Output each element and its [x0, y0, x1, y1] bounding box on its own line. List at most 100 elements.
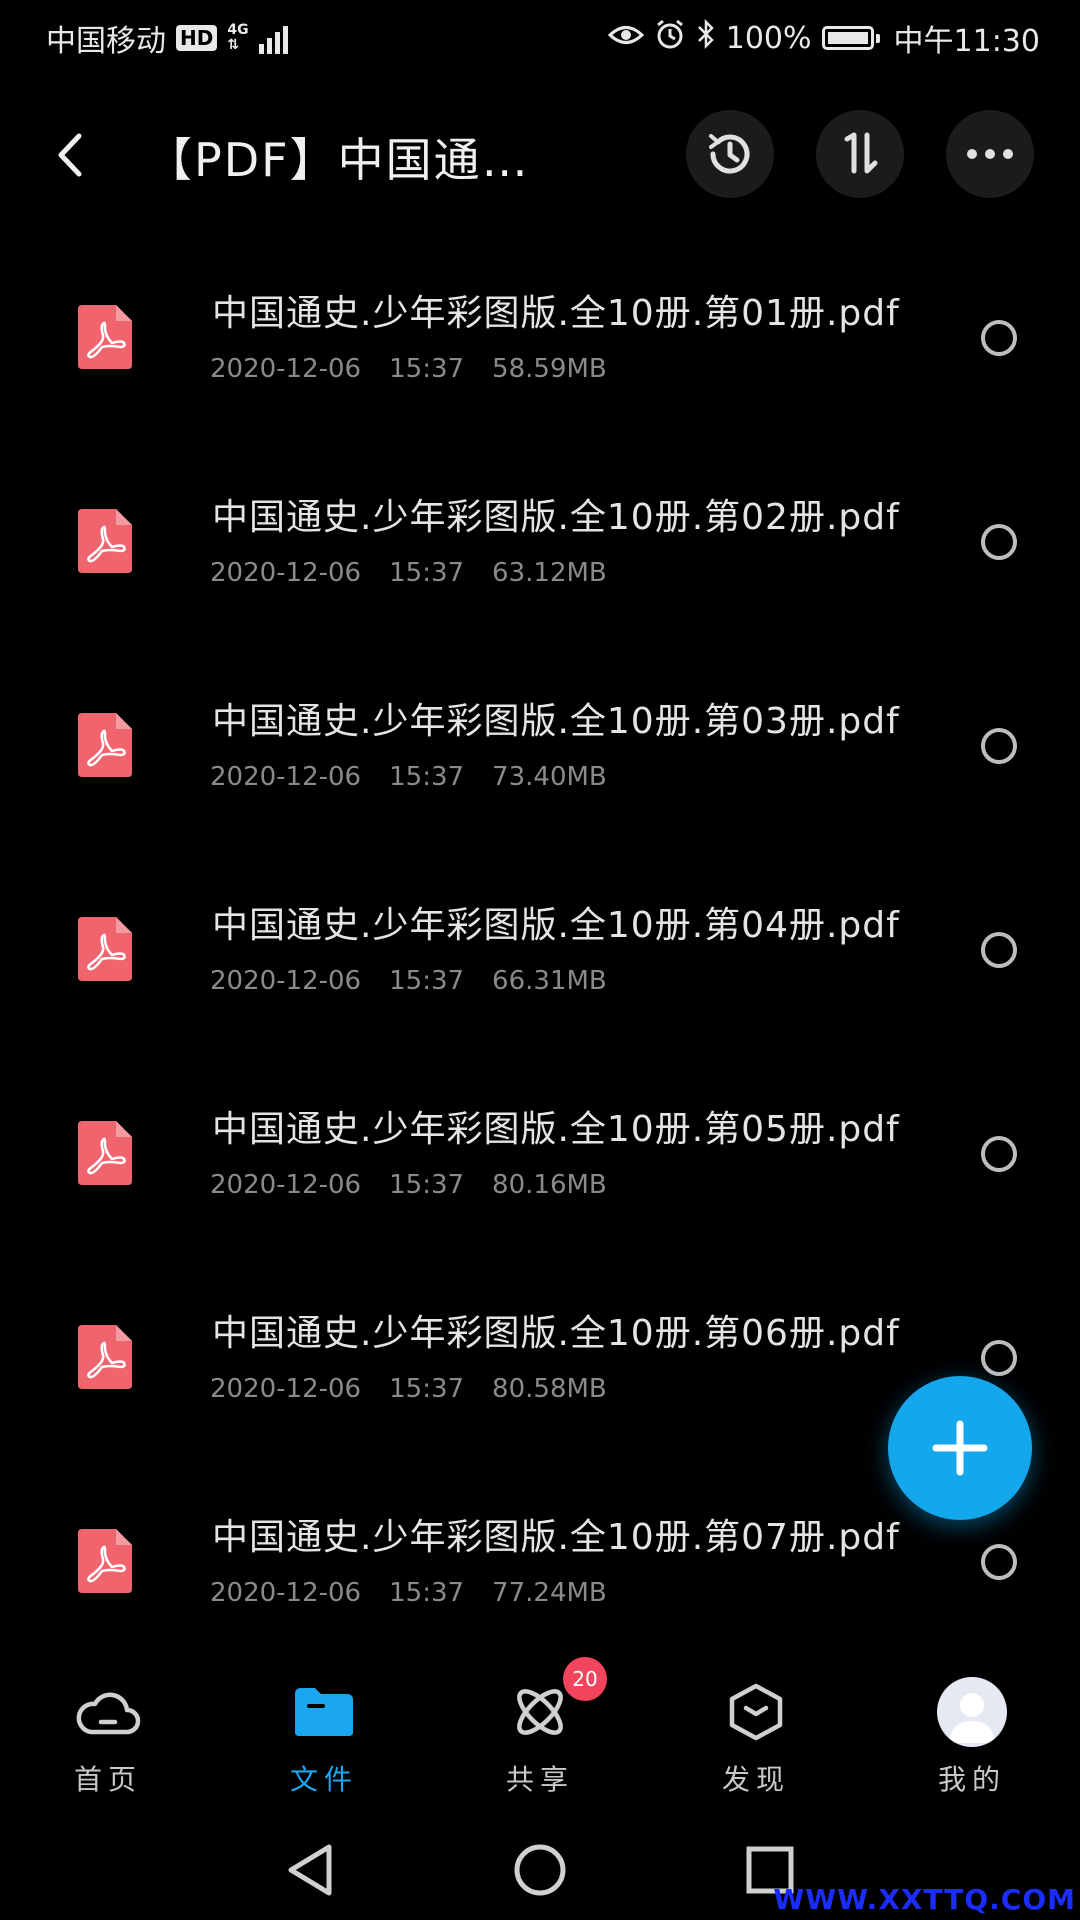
pdf-file-icon: [78, 1325, 132, 1389]
file-row[interactable]: 中国通史.少年彩图版.全10册.第05册.pdf 2020-12-06 15:37…: [0, 1066, 1080, 1270]
file-size: 73.40MB: [492, 762, 607, 792]
nav-files[interactable]: 文件: [216, 1640, 432, 1810]
data-arrows-icon: ⇅: [227, 37, 240, 53]
history-icon: [709, 134, 750, 174]
bluetooth-icon: [696, 18, 716, 58]
circle-home-icon: [514, 1844, 566, 1896]
file-time: 15:37: [389, 1578, 465, 1608]
top-app-bar: 【PDF】中国通史…: [0, 100, 1080, 210]
system-back-button[interactable]: [278, 1838, 342, 1902]
file-time: 15:37: [389, 762, 465, 792]
eye-comfort-icon: [607, 21, 644, 56]
share-notification-badge: 20: [563, 1657, 607, 1701]
file-meta: 2020-12-06 15:37 80.58MB: [210, 1374, 635, 1404]
network-indicator: 4G ⇅: [227, 23, 248, 53]
sort-button[interactable]: [816, 110, 904, 198]
watermark: WWW.XXTTQ.COM: [773, 1883, 1076, 1916]
file-date: 2020-12-06: [210, 1170, 362, 1200]
file-size: 66.31MB: [492, 966, 607, 996]
back-arrow-icon: [58, 133, 82, 177]
history-button[interactable]: [686, 110, 774, 198]
file-date: 2020-12-06: [210, 762, 362, 792]
clock: 中午11:30: [893, 24, 1040, 59]
select-radio[interactable]: [981, 932, 1017, 968]
hd-badge: HD: [176, 25, 218, 51]
pdf-file-icon: [78, 713, 132, 777]
file-size: 80.58MB: [492, 1374, 607, 1404]
alarm-icon: [654, 18, 686, 58]
select-radio[interactable]: [981, 1340, 1017, 1376]
status-bar: 中国移动 HD 4G ⇅ 100% 中午11:30: [0, 0, 1080, 72]
status-right: 100% 中午11:30: [607, 16, 1040, 60]
file-meta: 2020-12-06 15:37 77.24MB: [210, 1578, 635, 1608]
sort-icon: [844, 132, 878, 174]
cloud-icon: [76, 1692, 141, 1735]
file-row[interactable]: 中国通史.少年彩图版.全10册.第03册.pdf 2020-12-06 15:37…: [0, 658, 1080, 862]
pdf-file-icon: [78, 1529, 132, 1593]
file-size: 63.12MB: [492, 558, 607, 588]
avatar-icon: [937, 1677, 1007, 1747]
nav-share[interactable]: 共享: [432, 1640, 648, 1810]
nav-me[interactable]: 我的: [864, 1640, 1080, 1810]
pdf-file-icon: [78, 305, 132, 369]
file-meta: 2020-12-06 15:37 80.16MB: [210, 1170, 635, 1200]
file-time: 15:37: [389, 966, 465, 996]
plus-icon: [932, 1420, 988, 1476]
back-button[interactable]: [40, 120, 100, 190]
cube-icon: [729, 1683, 783, 1741]
pdf-file-icon: [78, 917, 132, 981]
file-time: 15:37: [389, 1170, 465, 1200]
select-radio[interactable]: [981, 320, 1017, 356]
more-button[interactable]: [946, 110, 1034, 198]
file-time: 15:37: [389, 354, 465, 384]
nav-label: 共享: [505, 1763, 574, 1796]
file-size: 80.16MB: [492, 1170, 607, 1200]
carrier-name: 中国移动: [46, 24, 166, 59]
file-date: 2020-12-06: [210, 354, 362, 384]
nav-label: 文件: [289, 1763, 358, 1796]
file-name: 中国通史.少年彩图版.全10册.第02册.pdf: [212, 497, 900, 538]
file-name: 中国通史.少年彩图版.全10册.第06册.pdf: [212, 1313, 900, 1354]
page-title: 【PDF】中国通史…: [146, 133, 546, 187]
system-home-button[interactable]: [508, 1838, 572, 1902]
file-name: 中国通史.少年彩图版.全10册.第04册.pdf: [212, 905, 900, 946]
file-date: 2020-12-06: [210, 966, 362, 996]
battery-percent: 100%: [725, 20, 812, 56]
more-icon: [967, 149, 1013, 159]
file-row[interactable]: 中国通史.少年彩图版.全10册.第01册.pdf 2020-12-06 15:37…: [0, 250, 1080, 454]
nav-home[interactable]: 首页: [0, 1640, 216, 1810]
file-name: 中国通史.少年彩图版.全10册.第03册.pdf: [212, 701, 900, 742]
nav-label: 首页: [73, 1763, 142, 1796]
select-radio[interactable]: [981, 1136, 1017, 1172]
status-left: 中国移动 HD 4G ⇅: [46, 16, 288, 60]
nav-label: 发现: [721, 1763, 790, 1796]
bottom-nav: 首页 文件 共享 发现 我的: [0, 1640, 1080, 1810]
file-time: 15:37: [389, 558, 465, 588]
add-button[interactable]: [888, 1376, 1032, 1520]
file-size: 58.59MB: [492, 354, 607, 384]
signal-strength-icon: [258, 22, 288, 54]
network-type: 4G: [227, 22, 249, 38]
file-name: 中国通史.少年彩图版.全10册.第01册.pdf: [212, 293, 900, 334]
atom-icon: [517, 1689, 563, 1735]
nav-label: 我的: [937, 1763, 1006, 1796]
file-name: 中国通史.少年彩图版.全10册.第05册.pdf: [212, 1109, 900, 1150]
file-meta: 2020-12-06 15:37 66.31MB: [210, 966, 635, 996]
pdf-file-icon: [78, 1121, 132, 1185]
file-row[interactable]: 中国通史.少年彩图版.全10册.第04册.pdf 2020-12-06 15:37…: [0, 862, 1080, 1066]
file-date: 2020-12-06: [210, 1374, 362, 1404]
file-meta: 2020-12-06 15:37 63.12MB: [210, 558, 635, 588]
folder-icon: [295, 1688, 353, 1736]
file-date: 2020-12-06: [210, 1578, 362, 1608]
select-radio[interactable]: [981, 524, 1017, 560]
nav-discover[interactable]: 发现: [648, 1640, 864, 1810]
battery-icon: [821, 26, 880, 50]
file-size: 77.24MB: [492, 1578, 607, 1608]
file-name: 中国通史.少年彩图版.全10册.第07册.pdf: [212, 1517, 900, 1558]
select-radio[interactable]: [981, 728, 1017, 764]
pdf-file-icon: [78, 509, 132, 573]
select-radio[interactable]: [981, 1544, 1017, 1580]
file-row[interactable]: 中国通史.少年彩图版.全10册.第02册.pdf 2020-12-06 15:37…: [0, 454, 1080, 658]
file-time: 15:37: [389, 1374, 465, 1404]
file-meta: 2020-12-06 15:37 58.59MB: [210, 354, 635, 384]
